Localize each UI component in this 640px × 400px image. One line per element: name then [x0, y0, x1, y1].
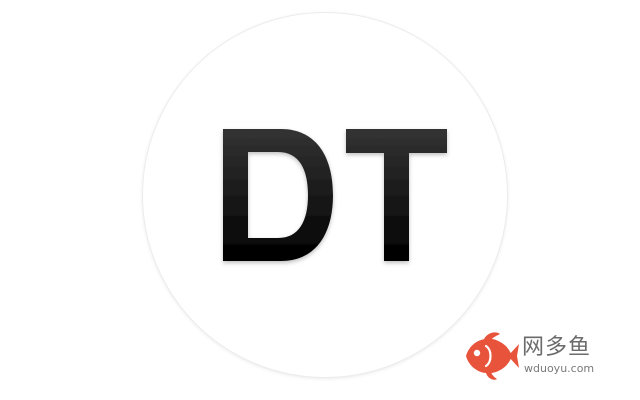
letter-t	[346, 129, 447, 261]
watermark-domain: wduoyu.com	[524, 362, 595, 375]
page: 网多鱼 wduoyu.com	[0, 0, 640, 400]
watermark: 网多鱼 wduoyu.com	[462, 330, 612, 382]
logo-monogram	[223, 129, 447, 261]
watermark-name: 网多鱼	[522, 335, 592, 360]
letter-d	[223, 129, 333, 261]
logo-circle	[143, 13, 507, 377]
fish-icon	[466, 332, 519, 380]
